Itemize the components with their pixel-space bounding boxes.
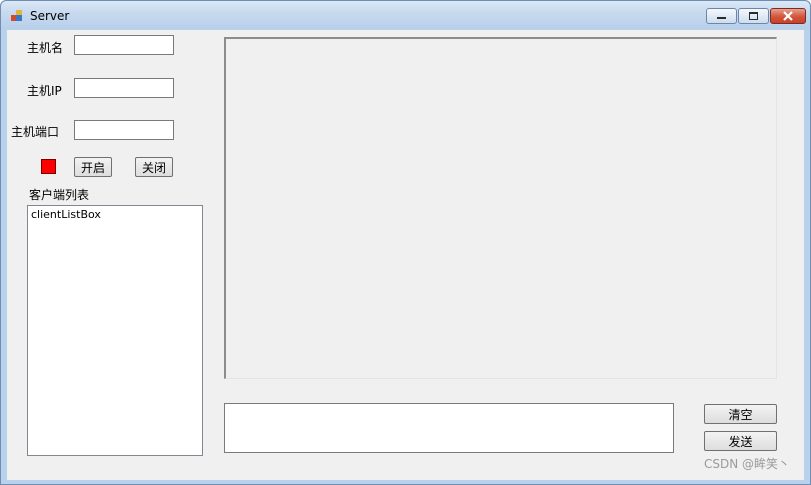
- window-title: Server: [30, 9, 70, 23]
- app-icon: [11, 10, 23, 22]
- minimize-icon: [717, 17, 726, 19]
- maximize-icon: [749, 12, 758, 20]
- title-bar[interactable]: Server: [1, 1, 810, 29]
- host-ip-label: 主机IP: [27, 84, 62, 98]
- start-button[interactable]: 开启: [74, 157, 112, 177]
- close-window-button[interactable]: [770, 8, 806, 24]
- stop-button[interactable]: 关闭: [135, 157, 173, 177]
- list-item[interactable]: clientListBox: [31, 208, 199, 221]
- maximize-button[interactable]: [738, 8, 769, 24]
- minimize-button[interactable]: [706, 8, 737, 24]
- host-port-label: 主机端口: [11, 125, 60, 139]
- host-name-label: 主机名: [27, 41, 64, 55]
- client-list-label: 客户端列表: [29, 188, 90, 202]
- close-icon: [783, 11, 793, 21]
- host-ip-input[interactable]: [74, 78, 174, 98]
- status-indicator: [41, 159, 56, 174]
- client-list-box[interactable]: clientListBox: [27, 205, 203, 456]
- host-name-input[interactable]: [74, 35, 174, 55]
- server-window: Server 主机名 主机IP 主机端口 开启 关闭 客户端列表 clientL…: [0, 0, 811, 485]
- watermark: CSDN @眸笑丶: [703, 457, 790, 471]
- client-area: 主机名 主机IP 主机端口 开启 关闭 客户端列表 clientListBox …: [7, 30, 804, 480]
- send-button[interactable]: 发送: [704, 431, 777, 451]
- message-log[interactable]: [224, 37, 777, 379]
- message-input[interactable]: [224, 403, 674, 453]
- clear-button[interactable]: 清空: [704, 404, 777, 424]
- host-port-input[interactable]: [74, 120, 174, 140]
